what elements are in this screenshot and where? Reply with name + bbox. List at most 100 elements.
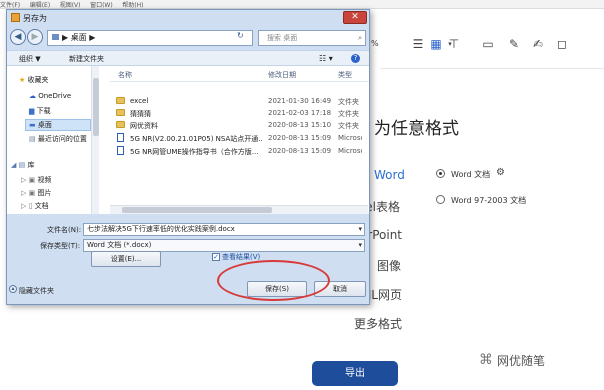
file-row[interactable]: 5G NR(V2.00.21.01P05) NSA站点开通... 2020-08…	[110, 132, 362, 144]
search-icon[interactable]: ⌕	[358, 31, 362, 45]
save-as-dialog: 另存为 ✕ ◀ ▶ ▶ 桌面 ▶ ↻ 搜索 桌面 ⌕ 组织 ▼ 新建文件夹 ☷ …	[6, 9, 370, 305]
toolbar: % ☰ ▦ ▾ ⊤ ▭ ✎ ✍ ◻	[370, 9, 604, 69]
nav-library[interactable]: ◢ ▤ 库	[11, 160, 34, 170]
app-icon	[11, 13, 20, 22]
col-type[interactable]: 类型	[338, 70, 352, 80]
nav-favorites[interactable]: ★ 收藏夹	[19, 75, 49, 85]
menu-bar: 文件(F) 编辑(E) 视图(V) 窗口(W) 帮助(H)	[0, 0, 604, 9]
chevron-down-icon[interactable]: ▾	[358, 240, 362, 251]
comment-icon[interactable]: ▭	[480, 37, 496, 51]
nav-scroll-thumb[interactable]	[93, 78, 99, 136]
close-button[interactable]: ✕	[343, 11, 367, 24]
shape-icon[interactable]: ◻	[554, 37, 570, 51]
nav-downloads[interactable]: ▆ 下载	[29, 106, 51, 116]
filename-label: 文件名(N):	[47, 226, 82, 234]
document-icon: ▷ ▯	[21, 202, 35, 210]
word-doc-icon	[117, 146, 124, 155]
zoom-level[interactable]: %	[371, 39, 379, 48]
horizontal-scrollbar[interactable]	[110, 205, 368, 214]
organize-button[interactable]: 组织 ▼	[19, 54, 41, 64]
menu-help[interactable]: 帮助(H)	[122, 2, 143, 9]
command-bar: 组织 ▼ 新建文件夹 ☷ ▾ ?	[7, 50, 369, 66]
highlight-annotation	[217, 260, 330, 301]
export-heading: 为任意格式	[374, 119, 459, 139]
file-row[interactable]: 5G NR网管UME操作指导书（合作方版... 2020-08-13 15:09…	[110, 145, 362, 157]
forward-arrow-icon[interactable]: ▶	[27, 29, 43, 45]
column-header: 名称 修改日期 类型	[110, 66, 369, 82]
word-doc-icon	[117, 133, 124, 142]
video-icon: ▷ ▣	[21, 176, 38, 184]
breadcrumb[interactable]: ▶ 桌面 ▶	[62, 33, 95, 42]
nav-onedrive[interactable]: ☁ OneDrive	[29, 92, 71, 100]
file-name: 5G NR(V2.00.21.01P05) NSA站点开通...	[130, 135, 262, 143]
pen-icon[interactable]: ✎	[506, 37, 522, 51]
navigation-pane: ★ 收藏夹 ☁ OneDrive ▆ 下载 ▬ 桌面 ▤ 最近访问的位置 ◢ ▤…	[7, 66, 99, 214]
file-row[interactable]: excel 2021-01-30 16:49 文件夹	[110, 95, 360, 107]
file-row[interactable]: 网优资料 2020-08-13 15:10 文件夹	[110, 119, 360, 131]
nav-pictures[interactable]: ▷ ▣ 图片	[21, 188, 51, 198]
view-result-checkbox[interactable]: ✓	[212, 253, 220, 261]
wechat-icon: ⌘	[479, 352, 493, 368]
filename-input[interactable]: 七步法解决5G下行速率低的优化实践案例.docx ▾	[83, 223, 365, 236]
format-more[interactable]: 更多格式	[354, 315, 402, 332]
hide-folders-toggle[interactable]: 隐藏文件夹	[19, 286, 54, 296]
file-date: 2020-08-13 15:09	[268, 147, 332, 155]
radio-word-97-label: Word 97-2003 文档	[451, 196, 527, 205]
folder-icon	[116, 109, 125, 116]
file-type: Microso	[338, 134, 362, 142]
desktop-icon: ▬	[29, 121, 38, 129]
file-name: 猜猜猜	[130, 110, 151, 118]
col-date[interactable]: 修改日期	[268, 70, 296, 80]
navigation-row: ◀ ▶ ▶ 桌面 ▶ ↻ 搜索 桌面 ⌕	[7, 27, 369, 49]
nav-videos[interactable]: ▷ ▣ 视频	[21, 175, 51, 185]
menu-window[interactable]: 窗口(W)	[90, 2, 113, 9]
nav-documents[interactable]: ▷ ▯ 文档	[21, 201, 49, 211]
menu-file[interactable]: 文件(F)	[0, 2, 20, 9]
horizontal-scroll-thumb[interactable]	[122, 207, 272, 213]
library-icon: ◢ ▤	[11, 161, 28, 169]
dialog-titlebar[interactable]: 另存为 ✕	[7, 10, 369, 26]
nav-recent[interactable]: ▤ 最近访问的位置	[29, 134, 87, 144]
back-arrow-icon[interactable]: ◀	[10, 29, 26, 45]
folder-icon	[52, 34, 59, 40]
file-type: 文件夹	[338, 98, 359, 106]
stamp-icon[interactable]: ⊤	[446, 37, 462, 51]
radio-word-97[interactable]	[436, 195, 445, 204]
menu-view[interactable]: 视图(V)	[60, 2, 81, 9]
gear-icon[interactable]: ⚙	[496, 167, 505, 178]
picture-icon: ▷ ▣	[21, 189, 38, 197]
export-button[interactable]: 导出	[312, 361, 398, 386]
radio-word-docx[interactable]	[436, 169, 445, 178]
options-button[interactable]: 设置(E)...	[91, 251, 161, 267]
cloud-icon: ☁	[29, 92, 39, 100]
star-icon: ★	[19, 76, 28, 84]
file-date: 2020-08-13 15:09	[268, 134, 332, 142]
browser-pane: ★ 收藏夹 ☁ OneDrive ▆ 下载 ▬ 桌面 ▤ 最近访问的位置 ◢ ▤…	[7, 66, 369, 214]
file-date: 2021-02-03 17:18	[268, 109, 332, 117]
dialog-title: 另存为	[23, 14, 47, 23]
file-name: excel	[130, 97, 149, 105]
filetype-value: Word 文档 (*.docx)	[87, 241, 152, 249]
sign-icon[interactable]: ✍	[530, 37, 546, 51]
chevron-down-icon[interactable]: ▾	[358, 224, 362, 235]
filetype-label: 保存类型(T):	[40, 242, 81, 250]
help-icon[interactable]: ?	[351, 54, 360, 63]
format-image[interactable]: 图像	[377, 257, 401, 274]
address-bar[interactable]: ▶ 桌面 ▶	[47, 30, 253, 46]
col-name[interactable]: 名称	[118, 70, 132, 80]
recent-icon: ▤	[29, 135, 38, 143]
divider	[380, 68, 604, 69]
nav-scrollbar[interactable]	[91, 66, 99, 214]
align-icon[interactable]: ☰	[410, 37, 426, 51]
file-name: 5G NR网管UME操作指导书（合作方版...	[130, 148, 259, 156]
search-placeholder: 搜索 桌面	[267, 34, 298, 42]
menu-edit[interactable]: 编辑(E)	[30, 2, 50, 9]
chevron-up-icon[interactable]: ▴	[9, 285, 17, 293]
format-word[interactable]: Word	[374, 168, 405, 182]
refresh-icon[interactable]: ↻	[237, 31, 244, 40]
search-input[interactable]: 搜索 桌面 ⌕	[258, 30, 366, 46]
file-row[interactable]: 猜猜猜 2021-02-03 17:18 文件夹	[110, 107, 360, 119]
view-options-icon[interactable]: ☷ ▾	[319, 54, 333, 63]
new-folder-button[interactable]: 新建文件夹	[69, 54, 104, 64]
nav-desktop[interactable]: ▬ 桌面	[25, 119, 91, 131]
